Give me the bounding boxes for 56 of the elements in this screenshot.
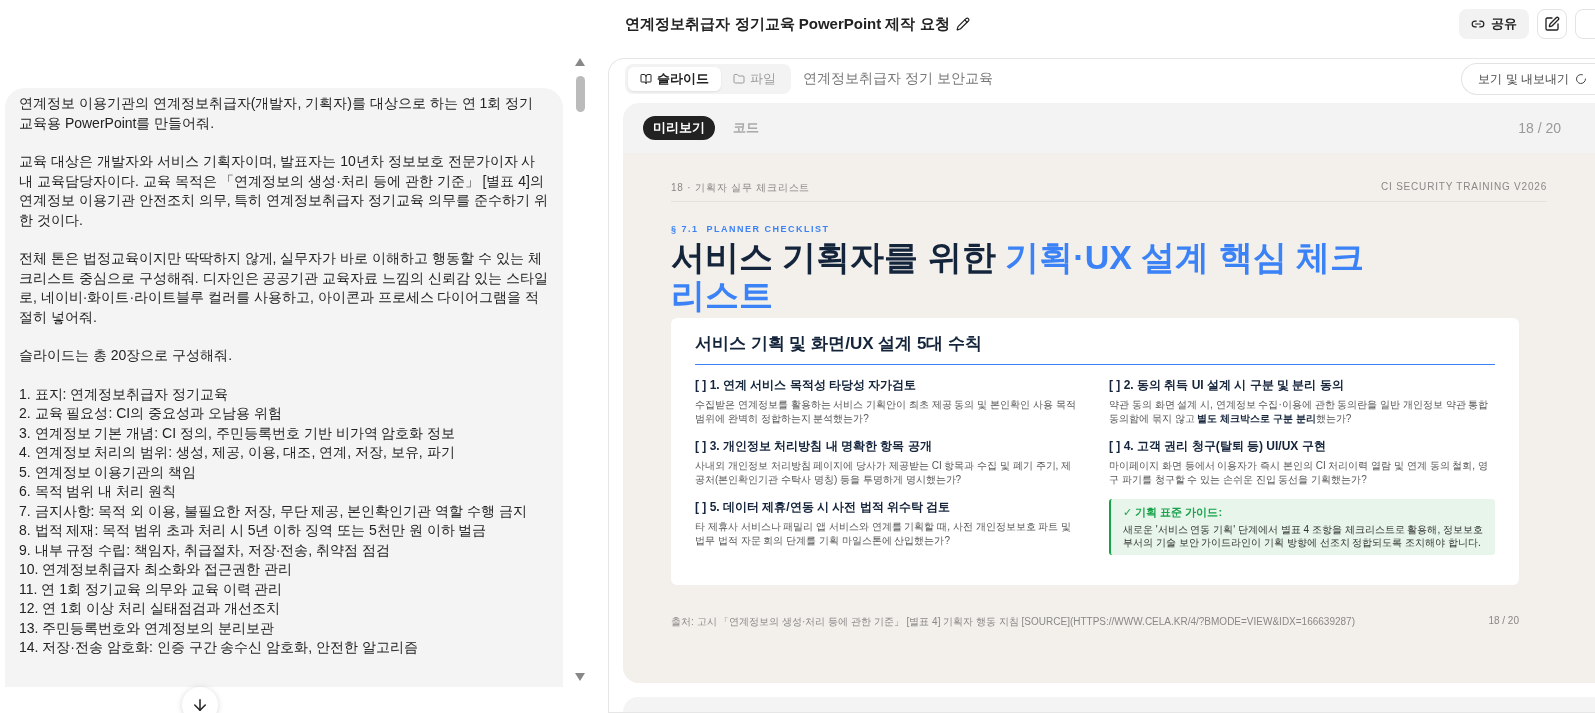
checklist-text: 타 제휴사 서비스나 패밀리 앱 서비스와 연계를 기획할 때, 사전 개인정보보호 파트 및 법무 법적 자문 회의 단계를 기획 마일스톤에 산입했는가? <box>695 520 1073 548</box>
guide-text: 새로운 '서비스 연동 기획' 단계에서 별표 4 조항을 체크리스트로 활용해, 정보보호 부서의 기술 보안 가이드라인이 기획 방향에 선조치 정합되도록 조치해야 합니다. <box>1123 523 1483 549</box>
message-paragraph: 전체 톤은 법정교육이지만 딱딱하지 않게, 실무자가 바로 이해하고 행동할 수 있는 체크리스트 중심으로 구성해줘. 디자인은 공공기관 교육자료 느낌의 신뢰감 있는 스타일로, 네이비·화이트·라이트블루 컬러를 사용하고, 아이콘과 프로세스 다이어그램을 적절히 넣어줘. <box>19 249 549 327</box>
share-button[interactable]: 공유 <box>1459 9 1529 39</box>
checklist-text: 마이페이지 화면 등에서 이용자가 즉시 본인의 CI 처리이력 열람 및 연계 동의 철회, 영구 파기를 청구할 수 있는 손쉬운 진입 동선을 기획했는가? <box>1109 459 1489 487</box>
checklist-title: [ ] 5. 데이터 제휴/연동 시 사전 법적 위수탁 검토 <box>695 499 952 516</box>
slide-kicker: § 7.1 PLANNER CHECKLIST <box>671 224 831 234</box>
checklist-title: [ ] 3. 개인정보 처리방침 내 명확한 항목 공개 <box>695 438 933 455</box>
card-title: 서비스 기획 및 화면/UX 설계 5대 수칙 <box>695 332 1495 365</box>
checklist-text: 수집받은 연계정보를 활용하는 서비스 기획안이 최초 제공 동의 및 본인확인 사용 목적 범위에 완벽히 정합하는지 분석했는가? <box>695 398 1077 426</box>
arrow-down-icon <box>191 696 209 713</box>
message-paragraph: 교육 대상은 개발자와 서비스 기획자이며, 발표자는 10년차 정보보호 전문가이자 사내 교육담당자이다. 교육 목적은 「연계정보의 생성·처리 등에 관한 기준」 [별표 4]의 연계정보 이용기관 안전조치 의무, 특히 연계정보취급자 정기교육 의무를 준수하기 위한 것이다. <box>19 152 549 230</box>
scroll-to-bottom-button[interactable] <box>182 687 218 713</box>
list-item: 3. 연계정보 기본 개념: CI 정의, 주민등록번호 기반 비가역 암호화 정보 <box>19 423 457 443</box>
slide-brand: CI SECURITY TRAINING V2026 <box>1380 181 1547 194</box>
folder-icon <box>733 73 745 85</box>
scrollbar-thumb[interactable] <box>575 76 585 112</box>
list-item: 12. 연 1회 이상 처리 실태점검과 개선조치 <box>19 599 281 618</box>
list-item: 1. 표지: 연계정보취급자 정기교육 <box>19 384 230 404</box>
list-item: 11. 연 1회 정기교육 의무와 교육 이력 관리 <box>19 579 284 599</box>
list-item: 9. 내부 규정 수립: 책임자, 취급절차, 저장·전송, 취약점 점검 <box>19 540 391 560</box>
list-item: 14. 저장·전송 암호화: 인증 구간 송수신 암호화, 안전한 알고리즘 <box>19 638 420 657</box>
list-item: 8. 법적 제재: 목적 범위 초과 처리 시 5년 이하 징역 또는 5천만 원 이하 벌금 <box>19 521 488 540</box>
list-item: 2. 교육 필요성: CI의 중요성과 오남용 위험 <box>19 404 283 423</box>
deck-title: 연계정보취급자 정기 보안교육 <box>803 70 994 88</box>
conversation-title: 연계정보취급자 정기교육 PowerPoint 제작 요청 <box>625 14 950 34</box>
checklist-text: 약관 동의 화면 설계 시, 연계정보 수집·이용에 관한 동의란을 일반 개인정보 약관 통합 동의함에 묶지 않고 별도 체크박스로 구분 분리했는가? <box>1109 398 1490 426</box>
message-paragraph: 슬라이드는 총 20장으로 구성해줘. <box>19 346 234 365</box>
new-chat-button[interactable] <box>1537 9 1567 39</box>
slide-title: 서비스 기획자를 위한 기획·UX 설계 핵심 체크리스트 <box>671 238 1366 314</box>
slide-breadcrumb: 18 · 기획자 실무 체크리스트 <box>671 181 811 195</box>
export-button[interactable]: 보기 및 내보내기 <box>1461 63 1595 95</box>
edit-icon[interactable] <box>955 17 970 31</box>
list-item: 6. 목적 범위 내 처리 원칙 <box>19 482 178 501</box>
scroll-down-icon[interactable] <box>575 673 585 681</box>
scroll-up-icon[interactable] <box>575 58 585 66</box>
message-paragraph: 연계정보 이용기관의 연계정보취급자(개발자, 기획자)를 대상으로 하는 연 1회 정기 교육용 PowerPoint를 만들어줘. <box>19 94 535 133</box>
list-item: 7. 금지사항: 목적 외 이용, 불필요한 저장, 무단 제공, 본인확인기관 역할 수행 금지 <box>19 501 528 521</box>
list-item: 10. 연계정보취급자 최소화와 접근권한 관리 <box>19 560 294 579</box>
spinner-icon <box>1575 73 1587 85</box>
panel-tab[interactable]: 슬라이드 <box>628 67 721 91</box>
checklist-title: [ ] 1. 연계 서비스 목적성 타당성 자가검토 <box>695 377 918 394</box>
list-item: 5. 연계정보 이용기관의 책임 <box>19 462 198 482</box>
checklist-text: 사내외 개인정보 처리방침 페이지에 당사가 제공받는 CI 항목과 수집 및 폐기 주기, 제공처(본인확인기관 수탁사 명칭) 등을 투명하게 명시했는가? <box>695 459 1073 487</box>
compose-icon <box>1544 16 1560 32</box>
list-item: 4. 연계정보 처리의 범위: 생성, 제공, 이용, 대조, 연계, 저장, 보유, 파기 <box>19 443 456 462</box>
slide-page-number: 18 / 20 <box>1488 615 1519 628</box>
link-icon <box>1471 17 1485 31</box>
checklist-title: [ ] 2. 동의 취득 UI 설계 시 구분 및 분리 동의 <box>1109 377 1345 394</box>
checklist-title: [ ] 4. 고객 권리 청구(탈퇴 등) UI/UX 구현 <box>1109 438 1327 455</box>
slide-source: 출처: 고시 「연계정보의 생성·처리 등에 관한 기준」 [별표 4] 기획자 행동 지침 [SOURCE](HTTPS://WWW.CELA.KR/4/?BMODE=VIEW&IDX=166639287) <box>671 615 1355 629</box>
preview-tab[interactable]: 미리보기 <box>643 116 715 140</box>
list-item: 13. 주민등록번호와 연계정보의 분리보관 <box>19 618 276 638</box>
book-icon <box>640 73 652 85</box>
slide-counter: 18 / 20 <box>1518 120 1561 136</box>
guide-title: ✓ 기획 표준 가이드: <box>1123 505 1224 520</box>
